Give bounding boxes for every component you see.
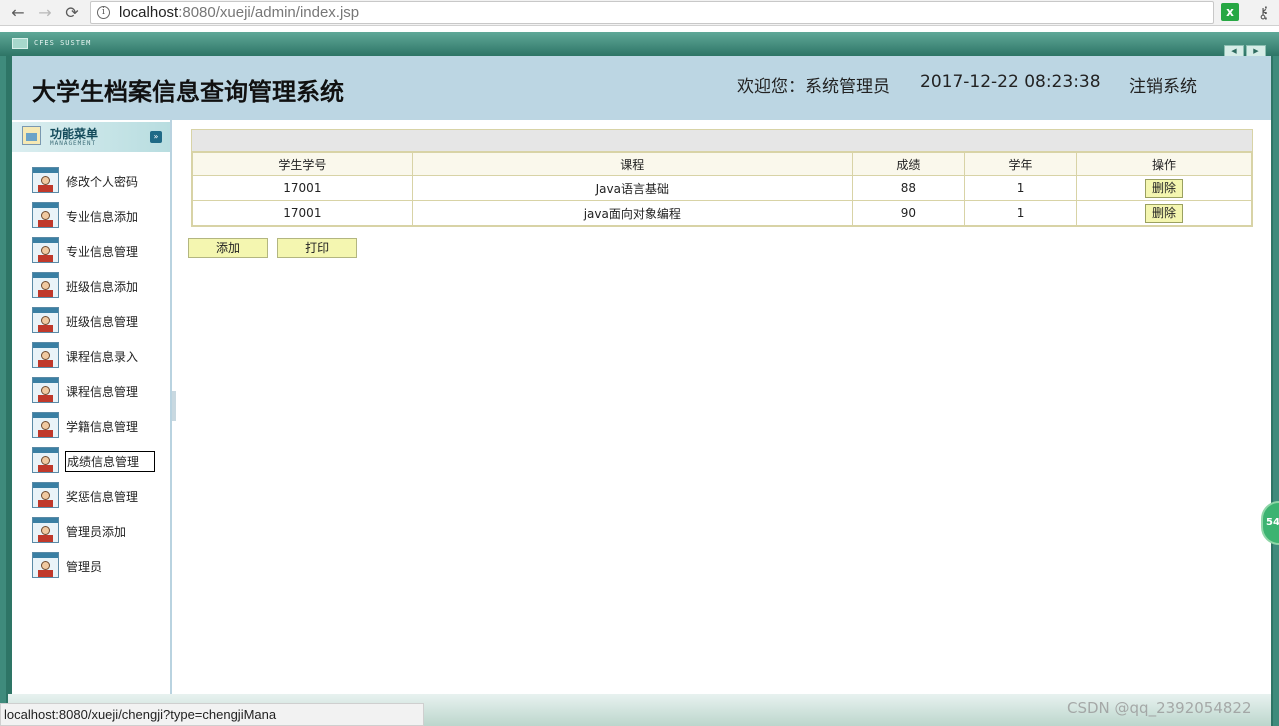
cell-score: 90 <box>851 200 965 226</box>
browser-menu-icon[interactable]: ⋮ <box>1258 3 1274 22</box>
url-path: :8080/xueji/admin/index.jsp <box>178 4 360 21</box>
collapse-chevron-icon[interactable]: » <box>150 131 162 143</box>
table-title-bar <box>192 130 1252 152</box>
menu-item-course-manage[interactable]: 课程信息管理 <box>12 374 170 409</box>
menu-item-class-add[interactable]: 班级信息添加 <box>12 269 170 304</box>
score-grid: 学生学号 课程 成绩 学年 操作 17001 Java语言基础 88 1 删除 … <box>192 152 1252 226</box>
menu-item-class-manage[interactable]: 班级信息管理 <box>12 304 170 339</box>
monitor-icon <box>12 38 28 49</box>
back-arrow-icon[interactable]: ← <box>8 3 28 23</box>
header-edge <box>8 56 12 120</box>
user-card-icon <box>32 307 59 333</box>
menu-item-label[interactable]: 修改个人密码 <box>66 173 138 190</box>
menu-item-label[interactable]: 课程信息管理 <box>66 383 138 400</box>
user-card-icon <box>32 342 59 368</box>
info-icon[interactable]: i <box>97 6 110 19</box>
user-card-icon <box>32 202 59 228</box>
user-card-icon <box>32 412 59 438</box>
cell-score: 88 <box>851 175 965 201</box>
col-student-id: 学生学号 <box>192 152 413 176</box>
cell-course: Java语言基础 <box>411 175 853 201</box>
watermark: CSDN @qq_2392054822 <box>1067 699 1252 717</box>
reload-icon[interactable]: ⟳ <box>62 3 82 23</box>
content-area: 学生学号 课程 成绩 学年 操作 17001 Java语言基础 88 1 删除 … <box>176 120 1271 694</box>
action-buttons: 添加 打印 <box>188 237 361 258</box>
print-button[interactable]: 打印 <box>277 238 358 258</box>
datetime-text: 2017-12-22 08:23:38 <box>920 72 1101 92</box>
table-row: 17001 java面向对象编程 90 1 删除 <box>192 200 1252 226</box>
menu-item-score-manage[interactable]: 成绩信息管理 <box>12 444 170 479</box>
page-header: 大学生档案信息查询管理系统 欢迎您：系统管理员 2017-12-22 08:23… <box>8 56 1271 120</box>
user-card-icon <box>32 552 59 578</box>
menu-subtitle: MANAGEMENT <box>50 140 97 147</box>
cell-action: 删除 <box>1076 175 1252 201</box>
window-title: CFES SUSTEM <box>34 39 92 47</box>
menu-item-major-add[interactable]: 专业信息添加 <box>12 199 170 234</box>
main-frame: 大学生档案信息查询管理系统 欢迎您：系统管理员 2017-12-22 08:23… <box>6 56 1273 726</box>
cell-year: 1 <box>963 200 1078 226</box>
menu-item-major-manage[interactable]: 专业信息管理 <box>12 234 170 269</box>
app-titlebar: CFES SUSTEM ◀ ▶ <box>0 32 1279 57</box>
cell-student-id: 17001 <box>192 200 413 226</box>
menu-item-label[interactable]: 管理员 <box>66 558 102 575</box>
menu-header: 功能菜单 MANAGEMENT » <box>12 122 170 152</box>
logout-link[interactable]: 注销系统 <box>1129 72 1197 97</box>
col-score: 成绩 <box>851 152 965 176</box>
cell-action: 删除 <box>1076 200 1252 226</box>
menu-item-course-add[interactable]: 课程信息录入 <box>12 339 170 374</box>
url-text[interactable]: localhost:8080/xueji/admin/index.jsp <box>119 4 359 21</box>
user-card-icon <box>32 272 59 298</box>
menu-item-admin[interactable]: 管理员 <box>12 549 170 584</box>
col-year: 学年 <box>963 152 1078 176</box>
cell-year: 1 <box>963 175 1078 201</box>
address-bar[interactable]: i localhost:8080/xueji/admin/index.jsp ⚷… <box>90 1 1268 24</box>
menu-item-label[interactable]: 班级信息管理 <box>66 313 138 330</box>
table-header-row: 学生学号 课程 成绩 学年 操作 <box>192 152 1252 176</box>
user-card-icon <box>32 517 59 543</box>
menu-home-icon <box>22 126 41 145</box>
forward-arrow-icon[interactable]: → <box>35 3 55 23</box>
user-card-icon <box>32 167 59 193</box>
user-card-icon <box>32 482 59 508</box>
add-button[interactable]: 添加 <box>188 238 268 258</box>
cell-student-id: 17001 <box>192 175 413 201</box>
app-window: CFES SUSTEM ◀ ▶ 大学生档案信息查询管理系统 欢迎您：系统管理员 2… <box>0 32 1279 726</box>
table-row: 17001 Java语言基础 88 1 删除 <box>192 175 1252 201</box>
sidebar: 功能菜单 MANAGEMENT » 修改个人密码 专业信息添加 专业信息管理 班… <box>12 120 172 694</box>
titlebar-arrows: ◀ ▶ <box>1222 38 1266 57</box>
menu-list: 修改个人密码 专业信息添加 专业信息管理 班级信息添加 班级信息管理 课程信息录… <box>12 164 170 584</box>
menu-item-label[interactable]: 专业信息添加 <box>66 208 138 225</box>
user-card-icon <box>32 377 59 403</box>
menu-item-label[interactable]: 成绩信息管理 <box>65 451 155 472</box>
menu-item-label[interactable]: 专业信息管理 <box>66 243 138 260</box>
delete-button[interactable]: 删除 <box>1145 178 1184 198</box>
menu-item-label[interactable]: 班级信息添加 <box>66 278 138 295</box>
menu-item-change-password[interactable]: 修改个人密码 <box>12 164 170 199</box>
menu-item-admin-add[interactable]: 管理员添加 <box>12 514 170 549</box>
col-course: 课程 <box>411 152 853 176</box>
delete-button[interactable]: 删除 <box>1145 203 1184 223</box>
score-table: 学生学号 课程 成绩 学年 操作 17001 Java语言基础 88 1 删除 … <box>191 129 1253 227</box>
menu-item-reward-manage[interactable]: 奖惩信息管理 <box>12 479 170 514</box>
user-card-icon <box>32 237 59 263</box>
menu-item-label[interactable]: 奖惩信息管理 <box>66 488 138 505</box>
site-title: 大学生档案信息查询管理系统 <box>32 78 344 106</box>
user-card-icon <box>32 447 59 473</box>
cell-course: java面向对象编程 <box>411 200 853 226</box>
menu-item-enrollment-manage[interactable]: 学籍信息管理 <box>12 409 170 444</box>
menu-item-label[interactable]: 学籍信息管理 <box>66 418 138 435</box>
url-host: localhost <box>119 4 179 21</box>
browser-toolbar: ← → ⟳ i localhost:8080/xueji/admin/index… <box>0 0 1279 26</box>
menu-item-label[interactable]: 课程信息录入 <box>66 348 138 365</box>
col-action: 操作 <box>1076 152 1252 176</box>
menu-item-label[interactable]: 管理员添加 <box>66 523 126 540</box>
extension-icon[interactable]: x <box>1221 3 1239 21</box>
browser-status-bar: localhost:8080/xueji/chengji?type=chengj… <box>0 703 424 726</box>
welcome-text: 欢迎您：系统管理员 <box>737 77 890 97</box>
